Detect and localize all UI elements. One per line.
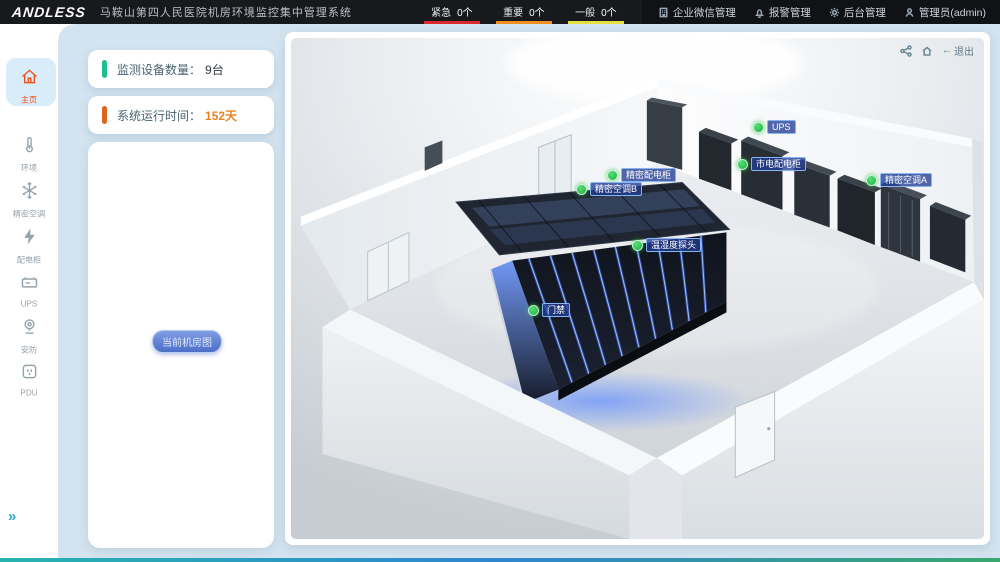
alarm-minor[interactable]: 一般 0个 (568, 1, 624, 24)
sidebar-item-label: 环境 (3, 162, 55, 174)
sidebar-item-ups[interactable]: UPS (0, 272, 58, 309)
sidebar-item-precision-ac[interactable]: 精密空调 (0, 180, 58, 220)
sidebar-expand-chevron[interactable]: » (8, 508, 14, 525)
header: ANDLESS 马鞍山第四人民医院机房环境监控集中管理系统 紧急 0个 重要 0个 … (0, 0, 1000, 24)
device-label-precision-cabinet[interactable]: 精密配电柜 (607, 168, 676, 182)
battery-icon (19, 272, 40, 293)
alarm-critical[interactable]: 紧急 0个 (424, 1, 480, 24)
home-icon (19, 66, 40, 87)
menu-item-label: 企业微信管理 (673, 5, 736, 20)
sidebar-item-label: UPS (3, 300, 55, 309)
sidebar-item-label: 主页 (3, 94, 55, 106)
brand-logo: ANDLESS (0, 4, 101, 20)
alarm-summary: 紧急 0个 重要 0个 一般 0个 (424, 1, 624, 24)
menu-item-label: 报警管理 (769, 5, 811, 20)
sidebar-item-home[interactable]: 主页 (0, 66, 58, 106)
orange-tick (102, 106, 107, 124)
menu-item-alarm-mgmt[interactable]: 报警管理 (754, 5, 811, 20)
room-3d-render (291, 38, 984, 539)
green-status-dot (753, 122, 764, 133)
device-label-text: 市电配电柜 (751, 157, 806, 171)
camera-icon (19, 316, 40, 337)
sidebar: 主页 环境 精密空调 配电柜 UPS 安防 PDU » (0, 24, 58, 562)
runtime-value: 152天 (205, 107, 237, 124)
device-label-text: 精密空调A (880, 173, 932, 187)
share-icon[interactable] (900, 45, 912, 57)
bell-icon (754, 7, 765, 18)
sidebar-item-pdu[interactable]: PDU (0, 361, 58, 398)
alarm-critical-underline (424, 21, 480, 24)
device-count-value: 9台 (205, 61, 224, 78)
menu-item-label: 后台管理 (844, 5, 886, 20)
sidebar-item-label: PDU (3, 389, 55, 398)
menu-item-wechat[interactable]: 企业微信管理 (658, 5, 736, 20)
page-title: 马鞍山第四人民医院机房环境监控集中管理系统 (100, 4, 352, 20)
exit-label: 退出 (954, 43, 974, 58)
green-status-dot (632, 240, 643, 251)
device-label-text: 精密空调B (590, 182, 642, 196)
alarm-major[interactable]: 重要 0个 (496, 1, 552, 24)
device-label-ac-b[interactable]: 精密空调B (576, 182, 642, 196)
device-label-mains-cabinet[interactable]: 市电配电柜 (737, 157, 806, 171)
room-view-panel: ← 退出 UPS 市电配电柜 精密配电柜 精密空调B (285, 32, 990, 545)
room-3d-scene[interactable]: ← 退出 UPS 市电配电柜 精密配电柜 精密空调B (291, 38, 984, 539)
menu-item-admin-backend[interactable]: 后台管理 (829, 5, 886, 20)
green-status-dot (576, 184, 587, 195)
alarm-major-count: 0个 (529, 8, 545, 19)
runtime-card: 系统运行时间： 152天 (88, 96, 274, 134)
gear-icon (829, 7, 840, 18)
sidebar-item-environment[interactable]: 环境 (0, 134, 58, 174)
alarm-major-underline (496, 21, 552, 24)
header-menu: 企业微信管理 报警管理 后台管理 管理员(admin) (642, 0, 1000, 24)
device-label-text: 门禁 (542, 303, 570, 317)
sidebar-item-label: 精密空调 (3, 208, 55, 220)
alarm-minor-underline (568, 21, 624, 24)
menu-item-label: 管理员(admin) (919, 5, 986, 20)
home-icon[interactable] (921, 45, 933, 57)
alarm-critical-label: 紧急 (431, 8, 451, 19)
alarm-minor-label: 一般 (575, 8, 595, 19)
bolt-icon (19, 226, 40, 247)
exit-button[interactable]: ← 退出 (942, 43, 974, 58)
sidebar-item-label: 安防 (3, 344, 55, 356)
green-status-dot (737, 159, 748, 170)
device-label-ac-a[interactable]: 精密空调A (866, 173, 932, 187)
sidebar-item-security[interactable]: 安防 (0, 316, 58, 356)
sidebar-item-label: 配电柜 (3, 254, 55, 266)
device-count-card: 监测设备数量： 9台 (88, 50, 274, 88)
green-tick (102, 60, 107, 78)
device-label-door-access[interactable]: 门禁 (528, 303, 570, 317)
back-arrow-icon: ← (942, 45, 952, 56)
snowflake-icon (19, 180, 40, 201)
sidebar-item-power-cabinet[interactable]: 配电柜 (0, 226, 58, 266)
alarm-major-label: 重要 (503, 8, 523, 19)
device-label-text: UPS (767, 120, 796, 134)
runtime-label: 系统运行时间： (117, 107, 201, 124)
app-root: ANDLESS 马鞍山第四人民医院机房环境监控集中管理系统 紧急 0个 重要 0个 … (0, 0, 1000, 562)
device-count-label: 监测设备数量： (117, 61, 201, 78)
green-status-dot (528, 305, 539, 316)
socket-icon (19, 361, 40, 382)
alarm-minor-count: 0个 (601, 8, 617, 19)
floor-list-panel: 当前机房图 (88, 142, 274, 548)
scene-toolbar: ← 退出 (900, 43, 974, 58)
green-status-dot (866, 175, 877, 186)
building-icon (658, 7, 669, 18)
device-label-temp-humidity[interactable]: 温湿度探头 (632, 238, 701, 252)
device-label-text: 温湿度探头 (646, 238, 701, 252)
alarm-critical-count: 0个 (457, 8, 473, 19)
current-room-button[interactable]: 当前机房图 (152, 330, 222, 353)
thermometer-icon (19, 134, 40, 155)
device-label-text: 精密配电柜 (621, 168, 676, 182)
green-status-dot (607, 170, 618, 181)
device-label-ups[interactable]: UPS (753, 120, 796, 134)
user-icon (904, 7, 915, 18)
bottom-accent-bar (0, 558, 1000, 562)
menu-item-user[interactable]: 管理员(admin) (904, 5, 986, 20)
